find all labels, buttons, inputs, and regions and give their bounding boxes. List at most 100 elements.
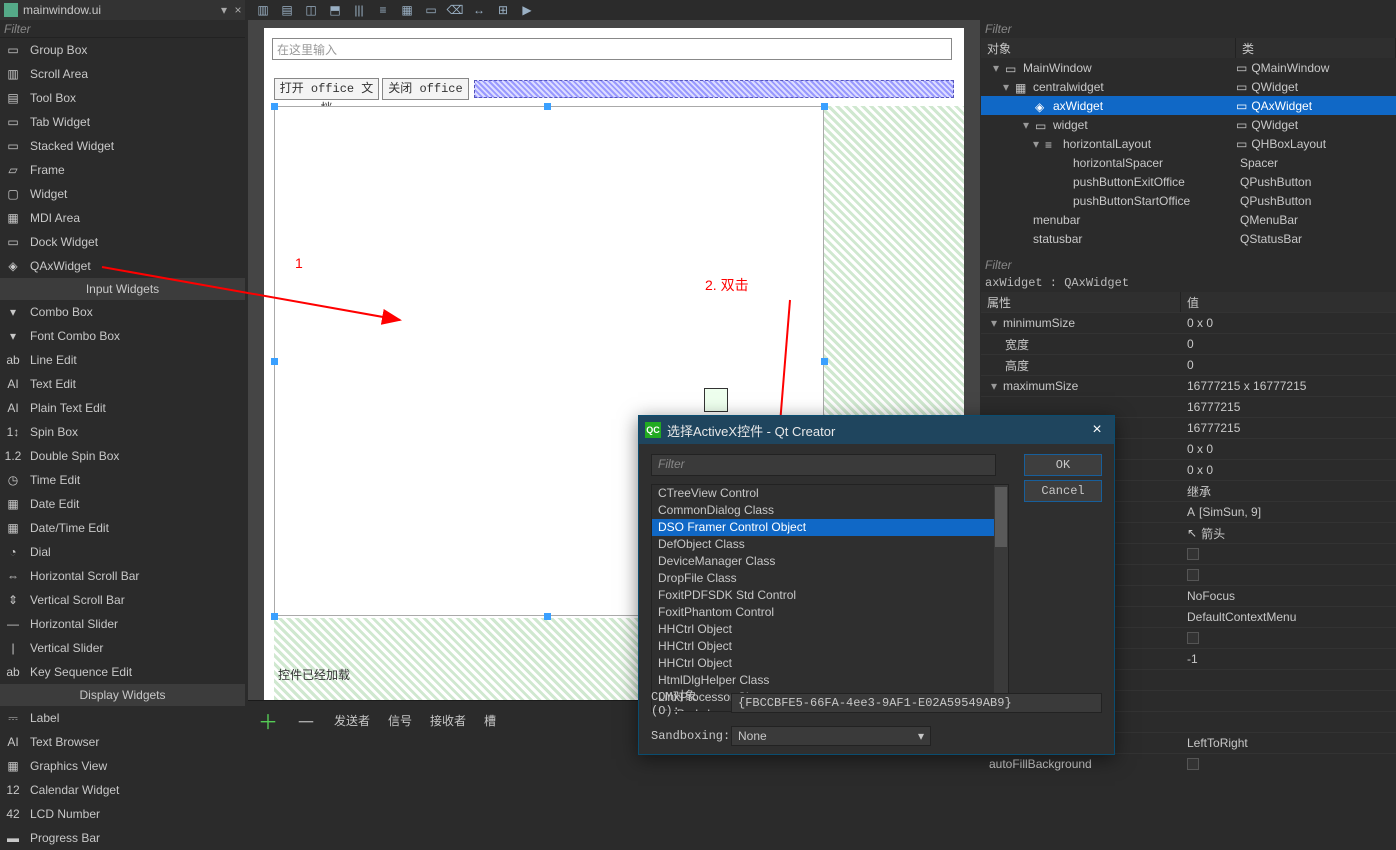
object-tree-row[interactable]: statusbarQStatusBar [981,229,1396,248]
property-row[interactable]: 宽度0 [981,333,1396,354]
widgetbox-item[interactable]: ▭Tab Widget [0,110,245,134]
object-tree-row[interactable]: ◈axWidget▭QAxWidget [981,96,1396,115]
widgetbox-item[interactable]: ▥Scroll Area [0,62,245,86]
layout-split-v-icon[interactable]: ⬒ [327,2,343,18]
tree-expander-icon[interactable]: ▾ [1031,137,1041,151]
prop-head-value[interactable]: 值 [1181,292,1396,312]
activex-list-item[interactable]: FoxitPDFSDK Std Control [652,587,1008,604]
object-tree-row[interactable]: pushButtonExitOfficeQPushButton [981,172,1396,191]
object-tree-filter[interactable]: Filter [981,20,1396,38]
dialog-close-icon[interactable]: × [1086,421,1108,439]
prop-expander-icon[interactable]: ▾ [989,379,999,393]
widgetbox-item[interactable]: ◔Dial [0,540,245,564]
widgetbox-item[interactable]: AIText Edit [0,372,245,396]
layout-v-icon[interactable]: ▤ [279,2,295,18]
activex-list-item[interactable]: DSO Framer Control Object [652,519,1008,536]
activex-list-item[interactable]: CommonDialog Class [652,502,1008,519]
layout-split-h-icon[interactable]: ◫ [303,2,319,18]
widgetbox-item[interactable]: ▦Date/Time Edit [0,516,245,540]
preview-icon[interactable]: ▶ [519,2,535,18]
widgetbox-item[interactable]: abKey Sequence Edit [0,660,245,684]
widgetbox-item[interactable]: ▦Graphics View [0,754,245,778]
open-office-button[interactable]: 打开 office 文档 [274,78,379,100]
selection-handle[interactable] [271,613,278,620]
widgetbox-item[interactable]: AIText Browser [0,730,245,754]
widgetbox-item[interactable]: 1↕Spin Box [0,420,245,444]
file-tab[interactable]: mainwindow.ui [4,3,217,17]
tree-expander-icon[interactable]: ▾ [1021,118,1031,132]
property-row[interactable]: 16777215 [981,396,1396,417]
widgetbox-item[interactable]: ⇔Horizontal Scroll Bar [0,564,245,588]
selection-handle[interactable] [271,103,278,110]
activex-list-item[interactable]: HHCtrl Object [652,638,1008,655]
grid-icon[interactable]: ▦ [399,2,415,18]
property-row[interactable]: autoFillBackground [981,753,1396,774]
icons-icon[interactable]: ⊞ [495,2,511,18]
break-icon[interactable]: ⌫ [447,2,463,18]
cancel-button[interactable]: Cancel [1024,480,1102,502]
widgetbox-item[interactable]: 12Calendar Widget [0,778,245,802]
scrollbar-thumb[interactable] [995,487,1007,547]
widgetbox-item[interactable]: ⇕Vertical Scroll Bar [0,588,245,612]
object-tree-row[interactable]: horizontalSpacerSpacer [981,153,1396,172]
widgetbox-item[interactable]: 42LCD Number [0,802,245,826]
object-tree-row[interactable]: ▾▦centralwidget▭QWidget [981,77,1396,96]
tree-head-object[interactable]: 对象 [981,38,1236,58]
object-tree[interactable]: ▾▭MainWindow▭QMainWindow▾▦centralwidget▭… [981,58,1396,248]
widgetbox-item[interactable]: abLine Edit [0,348,245,372]
prop-expander-icon[interactable]: ▾ [989,316,999,330]
widgetbox-item[interactable]: ▭Dock Widget [0,230,245,254]
remove-signal-button[interactable]: － [296,706,316,735]
selection-handle[interactable] [544,613,551,620]
widgetbox-item[interactable]: ◷Time Edit [0,468,245,492]
dialog-filter-input[interactable]: Filter [651,454,996,476]
widgetbox-item[interactable]: ▭Group Box [0,38,245,62]
com-object-value[interactable]: {FBCCBFE5-66FA-4ee3-9AF1-E02A59549AB9} [731,693,1102,713]
h-lines-icon[interactable]: ≡ [375,2,391,18]
activex-control-list[interactable]: CTreeView ControlCommonDialog ClassDSO F… [651,484,1009,712]
prop-head-name[interactable]: 属性 [981,292,1181,312]
sandboxing-select[interactable]: None ▾ [731,726,931,746]
widgetbox-item[interactable]: —Horizontal Slider [0,612,245,636]
tab-close-icon[interactable]: × [231,3,245,17]
dialog-titlebar[interactable]: QC 选择ActiveX控件 - Qt Creator × [639,416,1114,444]
property-row[interactable]: ▾maximumSize16777215 x 16777215 [981,375,1396,396]
selection-handle[interactable] [821,358,828,365]
widgetbox-filter[interactable]: Filter [0,20,245,38]
widgetbox-item[interactable]: ▢Widget [0,182,245,206]
object-tree-row[interactable]: ▾≡horizontalLayout▭QHBoxLayout [981,134,1396,153]
widgetbox-item[interactable]: ◈QAxWidget [0,254,245,278]
form-icon[interactable]: ▭ [423,2,439,18]
widgetbox-item[interactable]: ⎓Label [0,706,245,730]
ok-button[interactable]: OK [1024,454,1102,476]
property-row[interactable]: 高度0 [981,354,1396,375]
tree-expander-icon[interactable]: ▾ [1001,80,1011,94]
widgetbox-item[interactable]: |Vertical Slider [0,636,245,660]
line-edit-preview[interactable]: 在这里输入 [272,38,952,60]
activex-list-item[interactable]: FoxitPhantom Control [652,604,1008,621]
property-filter[interactable]: Filter [981,256,1396,274]
dialog-scrollbar[interactable] [994,485,1008,711]
widgetbox-item[interactable]: ▱Frame [0,158,245,182]
widgetbox-category[interactable]: Input Widgets [0,278,245,300]
selection-handle[interactable] [821,103,828,110]
widgetbox-item[interactable]: ▭Stacked Widget [0,134,245,158]
horizontal-spacer-preview[interactable] [474,80,954,98]
tree-head-class[interactable]: 类 [1236,38,1396,58]
activex-list-item[interactable]: HHCtrl Object [652,621,1008,638]
activex-list-item[interactable]: DeviceManager Class [652,553,1008,570]
selection-handle[interactable] [271,358,278,365]
v-lines-icon[interactable]: ||| [351,2,367,18]
object-tree-row[interactable]: ▾▭MainWindow▭QMainWindow [981,58,1396,77]
widgetbox-item[interactable]: ▤Tool Box [0,86,245,110]
widgetbox-item[interactable]: ▾Combo Box [0,300,245,324]
widgetbox-item[interactable]: 1.2Double Spin Box [0,444,245,468]
object-tree-row[interactable]: menubarQMenuBar [981,210,1396,229]
activex-list-item[interactable]: HHCtrl Object [652,655,1008,672]
widgetbox-item[interactable]: AIPlain Text Edit [0,396,245,420]
property-row[interactable]: ▾minimumSize0 x 0 [981,312,1396,333]
widgetbox-item[interactable]: ▦Date Edit [0,492,245,516]
activex-list-item[interactable]: DropFile Class [652,570,1008,587]
selection-handle[interactable] [544,103,551,110]
activex-list-item[interactable]: DefObject Class [652,536,1008,553]
